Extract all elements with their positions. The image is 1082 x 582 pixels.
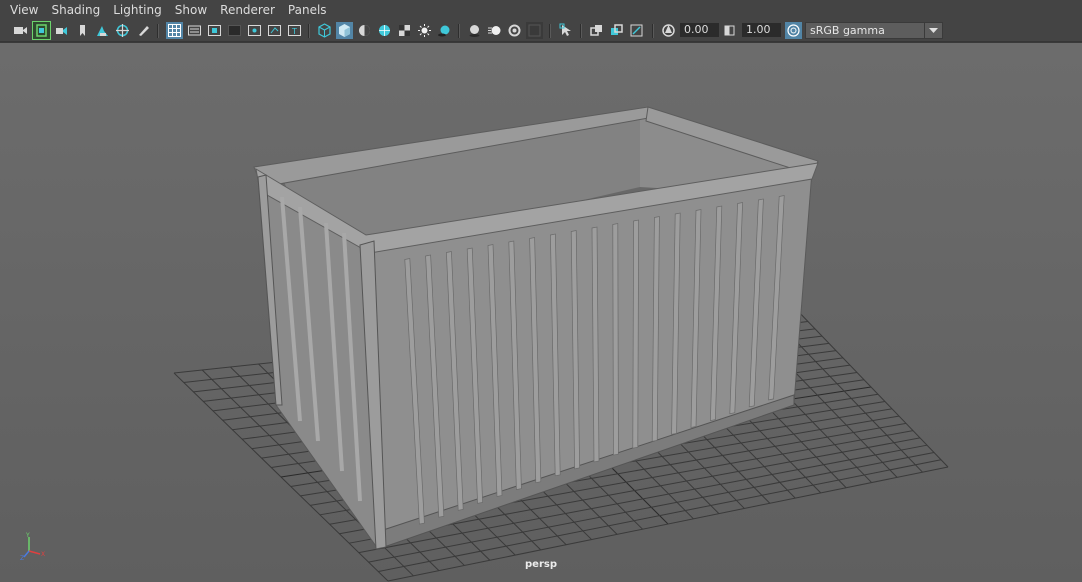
grid-icon[interactable] — [166, 22, 183, 39]
color-space-label: sRGB gamma — [810, 24, 885, 37]
wireframe-on-shaded-icon[interactable] — [376, 22, 393, 39]
xray-icon[interactable] — [588, 22, 605, 39]
axis-y-label: Y — [25, 532, 30, 539]
field-chart-icon[interactable] — [246, 22, 263, 39]
menu-shading[interactable]: Shading — [45, 0, 107, 21]
xray-joints-icon[interactable] — [628, 22, 645, 39]
select-camera-icon[interactable] — [12, 22, 29, 39]
safe-title-icon[interactable]: T — [286, 22, 303, 39]
smooth-shade-icon[interactable] — [336, 22, 353, 39]
safe-action-icon[interactable] — [266, 22, 283, 39]
textured-icon[interactable] — [396, 22, 413, 39]
xray-active-components-icon[interactable] — [608, 22, 625, 39]
dropdown-arrow-icon[interactable] — [924, 23, 942, 38]
ambient-occlusion-icon[interactable] — [466, 22, 483, 39]
menu-show[interactable]: Show — [169, 0, 214, 21]
depth-of-field-icon[interactable] — [526, 22, 543, 39]
panel-menu-bar: View Shading Lighting Show Renderer Pane… — [0, 0, 1082, 21]
2d-pan-zoom-icon[interactable] — [94, 22, 111, 39]
exposure-field[interactable]: 0.00 — [680, 23, 719, 37]
corrugation-rib — [612, 223, 619, 456]
exposure-icon[interactable] — [660, 22, 677, 39]
camera-attributes-icon[interactable] — [32, 21, 51, 40]
svg-text:T: T — [291, 27, 297, 36]
shadows-icon[interactable] — [436, 22, 453, 39]
isolate-select-icon[interactable] — [558, 22, 575, 39]
color-space-dropdown[interactable]: sRGB gamma — [805, 22, 943, 39]
color-management-icon[interactable] — [785, 22, 802, 39]
corrugation-rib — [632, 219, 639, 449]
film-gate-icon[interactable] — [186, 22, 203, 39]
axis-x-label: X — [41, 551, 45, 558]
gate-mask-icon[interactable] — [226, 22, 243, 39]
menu-panels[interactable]: Panels — [282, 0, 334, 21]
scene-canvas — [0, 43, 1082, 582]
use-all-lights-icon[interactable] — [416, 22, 433, 39]
grease-pencil-icon[interactable] — [114, 22, 131, 39]
wireframe-icon[interactable] — [316, 22, 333, 39]
menu-lighting[interactable]: Lighting — [107, 0, 169, 21]
perspective-viewport[interactable]: Y X Z — [0, 42, 1082, 582]
multisample-aa-icon[interactable] — [506, 22, 523, 39]
image-plane-icon[interactable] — [74, 22, 91, 39]
view-axis-indicator: Y X Z — [20, 532, 45, 561]
menu-view[interactable]: View — [0, 0, 45, 21]
bookmark-icon[interactable] — [53, 22, 70, 39]
resolution-gate-icon[interactable] — [206, 22, 223, 39]
motion-blur-icon[interactable] — [486, 22, 503, 39]
menu-renderer[interactable]: Renderer — [214, 0, 282, 21]
panel-toolbar: T 0.00 1.00 sRGB gamma — [0, 21, 1082, 42]
gamma-field[interactable]: 1.00 — [742, 23, 781, 37]
use-default-material-icon[interactable] — [356, 22, 373, 39]
pencil-draw-icon[interactable] — [135, 22, 152, 39]
gamma-icon[interactable] — [722, 22, 739, 39]
camera-name-label: persp — [525, 559, 557, 570]
